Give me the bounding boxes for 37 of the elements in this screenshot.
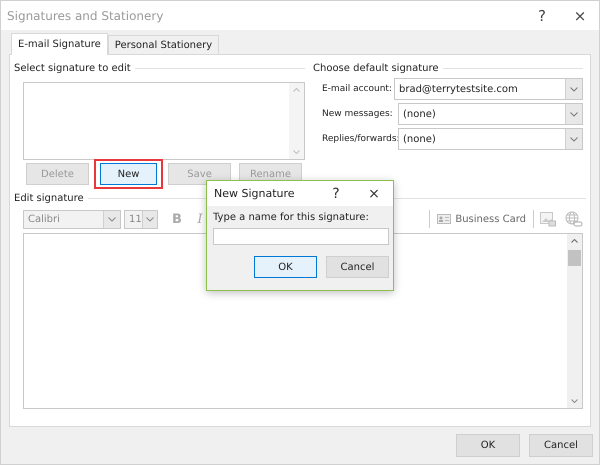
field-label: New messages: (322, 109, 394, 119)
chevron-icon (108, 216, 116, 222)
ok-button[interactable]: OK (456, 434, 520, 457)
picture-icon[interactable] (540, 211, 556, 227)
close-button[interactable]: × (561, 6, 599, 24)
globe-link-icon[interactable] (565, 211, 583, 227)
scrollbar[interactable] (567, 234, 582, 408)
close-button[interactable]: × (355, 186, 393, 202)
scrollbar[interactable] (289, 83, 304, 159)
chevron-icon (146, 216, 154, 222)
scroll-thumb[interactable] (568, 250, 581, 266)
chevron-icon (570, 86, 578, 92)
section-label: Edit signature (14, 192, 84, 204)
chevron-icon (570, 136, 578, 142)
name-field[interactable] (213, 228, 389, 245)
business-card-button[interactable]: Business Card (433, 214, 530, 224)
tab[interactable]: E-mail Signature (11, 33, 108, 55)
action-button[interactable]: New (100, 163, 158, 185)
window-title: Signatures and Stationery (6, 8, 164, 22)
help-button[interactable]: ? (317, 186, 355, 202)
tab[interactable]: Personal Stationery (108, 35, 220, 54)
chevron-icon (570, 112, 578, 116)
cancel-button[interactable]: Cancel (326, 256, 389, 278)
prompt-label: Type a name for this signature: (213, 212, 370, 223)
dropdown[interactable]: (none) (398, 128, 583, 150)
dialog-title: New Signature (213, 187, 296, 200)
cancel-button[interactable]: Cancel (529, 434, 593, 457)
card-icon (437, 214, 452, 224)
section-label: Select signature to edit (14, 62, 131, 74)
signature-list[interactable] (23, 82, 305, 160)
dropdown[interactable]: (none) (398, 103, 583, 125)
field-label: Replies/forwards: (322, 134, 398, 144)
field-label: E-mail account: (322, 84, 393, 94)
section-label: Choose default signature (313, 62, 439, 74)
ok-button[interactable]: OK (254, 256, 317, 278)
help-button[interactable]: ? (523, 6, 561, 24)
dropdown[interactable]: brad@terrytestsite.com (394, 78, 583, 100)
